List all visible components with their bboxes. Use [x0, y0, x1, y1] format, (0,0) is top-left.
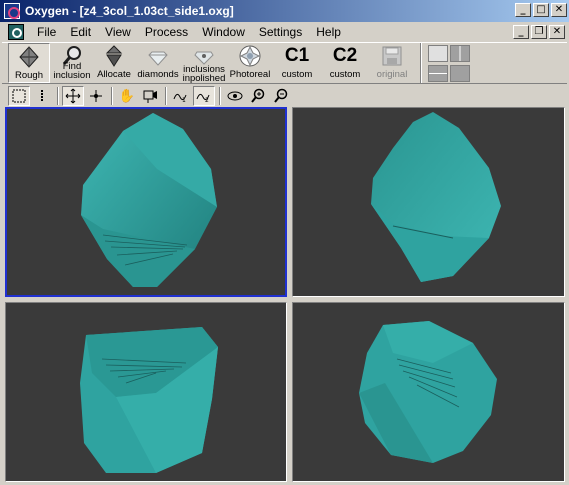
title-bar: Oxygen - [z4_3col_1.03ct_side1.oxg] _ □ … [0, 0, 569, 22]
menu-settings[interactable]: Settings [252, 25, 309, 39]
viewport-top-left[interactable] [5, 107, 287, 297]
rough-stone-icon [17, 46, 41, 68]
photoreal-icon [238, 45, 262, 67]
menu-window[interactable]: Window [195, 25, 252, 39]
document-icon[interactable] [8, 24, 24, 40]
viewport-area [2, 106, 567, 483]
find-inclusion-button[interactable]: Find inclusion [52, 43, 92, 83]
stone-view-2 [371, 112, 501, 282]
c1-icon: C1 [284, 45, 310, 66]
custom-c2-button[interactable]: C2 custom [322, 43, 368, 83]
rough-button[interactable]: Rough [8, 43, 50, 83]
hand-icon: ✋ [118, 88, 136, 104]
viewport-bottom-right[interactable] [292, 302, 565, 482]
hand-tool-button[interactable]: ✋ [116, 86, 138, 106]
close-button[interactable]: ✕ [551, 3, 567, 17]
layout-single-icon[interactable] [428, 45, 448, 62]
eye-icon [227, 91, 243, 101]
pan-button[interactable] [85, 86, 107, 106]
diamonds-button[interactable]: diamonds [136, 43, 180, 83]
separator [165, 87, 167, 105]
move-button[interactable] [62, 86, 84, 106]
zoom-out-icon [274, 88, 288, 103]
camera-icon [143, 90, 157, 103]
svg-text:2: 2 [205, 97, 209, 103]
rough-label: Rough [15, 70, 43, 81]
svg-text:1: 1 [182, 97, 186, 103]
menu-view[interactable]: View [98, 25, 138, 39]
original-label: original [376, 69, 408, 80]
menu-help[interactable]: Help [309, 25, 348, 39]
camera-button[interactable] [139, 86, 161, 106]
allocate-button[interactable]: Allocate [94, 43, 134, 83]
zoom-in-button[interactable] [247, 86, 269, 106]
column-view-button[interactable] [31, 86, 53, 106]
c1-label: custom [281, 69, 313, 80]
diamonds-label: diamonds [137, 69, 179, 80]
diamond-icon [146, 45, 170, 67]
separator [57, 87, 59, 105]
move-arrows-icon [65, 88, 81, 104]
column-icon [41, 90, 43, 102]
menu-bar: File Edit View Process Window Settings H… [0, 22, 569, 42]
zoom-out-button[interactable] [270, 86, 292, 106]
c2-label: custom [329, 69, 361, 80]
measure-1-icon: 1 [173, 93, 187, 103]
viewport-bottom-left[interactable] [5, 302, 287, 482]
pan-icon [90, 90, 102, 102]
grid-icon [12, 89, 26, 103]
save-disk-icon [380, 45, 404, 67]
eye-view-button[interactable] [224, 86, 246, 106]
window-controls: _ □ ✕ [513, 3, 567, 17]
inclusions-icon [192, 45, 216, 66]
measure-2-icon: 2 [196, 93, 210, 103]
viewport-top-right[interactable] [292, 107, 565, 297]
doc-minimize-button[interactable]: _ [513, 25, 529, 39]
stone-view-1 [81, 113, 217, 287]
stone-view-4 [359, 321, 497, 463]
zoom-in-icon [251, 88, 265, 103]
measure-2-button[interactable]: 2 [193, 86, 215, 106]
custom-c1-button[interactable]: C1 custom [274, 43, 320, 83]
menu-edit[interactable]: Edit [63, 25, 98, 39]
layout-split-icon[interactable] [450, 45, 470, 62]
layout-quad-icon[interactable] [450, 65, 470, 82]
minimize-button[interactable]: _ [515, 3, 531, 17]
view-toolbar: ✋ 1 2 [2, 85, 567, 107]
measure-1-button[interactable]: 1 [170, 86, 192, 106]
layout-buttons [426, 43, 470, 83]
menu-process[interactable]: Process [138, 25, 195, 39]
allocate-icon [102, 45, 126, 67]
inclusions-label-2: inpolished [182, 73, 226, 84]
toolbar-separator [420, 43, 422, 83]
allocate-label: Allocate [97, 69, 131, 80]
c2-icon: C2 [332, 45, 358, 66]
find-label-2: inclusion [53, 70, 91, 81]
stone-view-3 [80, 327, 218, 473]
separator [111, 87, 113, 105]
photoreal-label: Photoreal [229, 69, 271, 80]
window-title: Oxygen - [z4_3col_1.03ct_side1.oxg] [25, 4, 234, 18]
document-controls: _ ❐ ✕ [511, 25, 565, 39]
menu-file[interactable]: File [30, 25, 63, 39]
original-button[interactable]: original [370, 43, 414, 83]
photoreal-button[interactable]: Photoreal [228, 43, 272, 83]
separator [219, 87, 221, 105]
grid-view-button[interactable] [8, 86, 30, 106]
doc-close-button[interactable]: ✕ [549, 25, 565, 39]
layout-hsplit-icon[interactable] [428, 65, 448, 82]
maximize-button[interactable]: □ [533, 3, 549, 17]
app-icon[interactable] [4, 3, 20, 19]
main-toolbar: Rough Find inclusion Allocate diamonds i… [2, 42, 567, 84]
inclusions-button[interactable]: inclusions inpolished [182, 43, 226, 83]
doc-restore-button[interactable]: ❐ [531, 25, 547, 39]
